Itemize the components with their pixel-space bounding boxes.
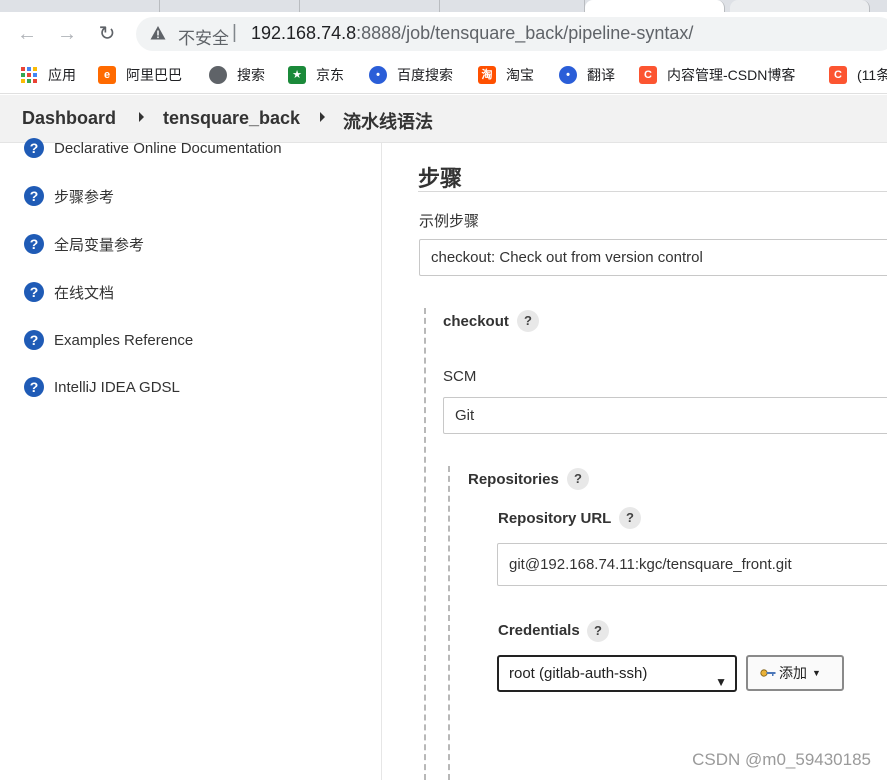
back-arrow-icon[interactable]: ←	[14, 21, 40, 47]
sidebar-item-label: IntelliJ IDEA GDSL	[54, 378, 180, 396]
bookmark-apps[interactable]: 应用	[20, 64, 76, 86]
help-question-icon[interactable]: ?	[567, 468, 589, 490]
sidebar-item-label: 全局变量参考	[54, 236, 145, 254]
warning-triangle-icon[interactable]	[150, 25, 166, 41]
sidebar-item-label: Declarative Online Documentation	[54, 139, 282, 157]
browser-tab[interactable]	[160, 0, 300, 12]
help-question-icon[interactable]: ?	[587, 620, 609, 642]
help-circle-icon: ?	[24, 186, 44, 206]
credentials-value: root (gitlab-auth-ssh)	[509, 665, 648, 682]
breadcrumb-job[interactable]: tensquare_back	[163, 108, 300, 129]
bookmark-taobao[interactable]: 淘 淘宝	[478, 64, 534, 86]
bookmark-translate[interactable]: • 翻译	[559, 64, 615, 86]
baidu-paw-icon: •	[369, 66, 387, 84]
bookmark-label: 百度搜索	[397, 67, 453, 83]
section-title: 步骤	[418, 166, 463, 191]
scm-label: SCM	[443, 368, 477, 385]
add-button-label: 添加	[779, 665, 807, 681]
sample-step-label: 示例步骤	[419, 213, 480, 230]
help-question-icon[interactable]: ?	[619, 507, 641, 529]
sidebar-item-label: 步骤参考	[54, 188, 115, 206]
sidebar-item-step-reference[interactable]: ? 步骤参考	[24, 185, 114, 207]
browser-tab[interactable]	[440, 0, 585, 12]
bookmark-label: 内容管理-CSDN博客	[667, 67, 796, 83]
insecure-label[interactable]: 不安全	[178, 24, 229, 49]
sidebar-item-online-docs[interactable]: ? 在线文档	[24, 281, 114, 303]
bookmark-label: 搜索	[237, 67, 265, 83]
breadcrumb-dashboard[interactable]: Dashboard	[22, 108, 116, 129]
browser-tab[interactable]	[0, 0, 160, 12]
apps-grid-icon	[21, 67, 37, 83]
baidu-paw-icon: •	[559, 66, 577, 84]
sidebar-item-declarative-docs[interactable]: ? Declarative Online Documentation	[24, 137, 282, 159]
globe-icon	[209, 66, 227, 84]
checkout-label: checkout	[443, 313, 509, 330]
breadcrumb: Dashboard tensquare_back 流水线语法	[0, 95, 887, 143]
section-divider	[418, 191, 887, 192]
bookmark-label: 阿里巴巴	[126, 67, 182, 83]
jd-icon: ★	[288, 66, 306, 84]
url-path: :8888/job/tensquare_back/pipeline-syntax…	[356, 23, 694, 43]
help-circle-icon: ?	[24, 377, 44, 397]
credentials-select[interactable]: root (gitlab-auth-ssh) ▼	[497, 655, 737, 692]
bookmarks-bar: 应用 e 阿里巴巴 搜索 ★ 京东 • 百度搜索 淘 淘宝 • 翻译 C 内容管…	[0, 56, 887, 94]
credentials-label: Credentials	[498, 622, 580, 639]
repositories-label: Repositories	[468, 471, 559, 488]
add-credentials-button[interactable]: 添加 ▼	[746, 655, 844, 691]
sidebar-item-label: Examples Reference	[54, 331, 194, 349]
url-text[interactable]: 192.168.74.8:8888/job/tensquare_back/pip…	[251, 23, 693, 44]
breadcrumb-pipeline-syntax[interactable]: 流水线语法	[343, 108, 433, 134]
scm-select[interactable]: Git	[443, 397, 887, 434]
checkout-block-border	[424, 308, 426, 780]
bookmark-label: (11条	[857, 67, 887, 83]
sidebar-item-intellij-gdsl[interactable]: ? IntelliJ IDEA GDSL	[24, 376, 180, 398]
breadcrumb-arrow-icon[interactable]	[320, 112, 325, 122]
help-circle-icon: ?	[24, 138, 44, 158]
help-circle-icon: ?	[24, 234, 44, 254]
bookmark-label: 京东	[316, 67, 344, 83]
taobao-icon: 淘	[478, 66, 496, 84]
sidebar-item-label: 在线文档	[54, 284, 115, 302]
forward-arrow-icon[interactable]: →	[54, 21, 80, 47]
key-icon	[760, 669, 776, 677]
browser-tab[interactable]	[730, 0, 870, 12]
chevron-down-icon: ▼	[715, 675, 727, 689]
help-question-icon[interactable]: ?	[517, 310, 539, 332]
caret-down-icon: ▼	[812, 668, 821, 678]
main-content: 步骤 示例步骤 checkout: Check out from version…	[383, 143, 887, 780]
bookmark-alibaba[interactable]: e 阿里巴巴	[98, 64, 182, 86]
repositories-block-border	[448, 466, 450, 780]
sidebar-item-examples-reference[interactable]: ? Examples Reference	[24, 329, 193, 351]
bookmark-label: 应用	[48, 67, 76, 83]
sidebar: ? Declarative Online Documentation ? 步骤参…	[0, 138, 382, 780]
bookmark-jd[interactable]: ★ 京东	[288, 64, 344, 86]
breadcrumb-arrow-icon[interactable]	[139, 112, 144, 122]
sample-step-select[interactable]: checkout: Check out from version control	[419, 239, 887, 276]
reload-icon[interactable]: ↻	[94, 21, 120, 47]
bookmark-label: 淘宝	[506, 67, 534, 83]
browser-tab[interactable]	[300, 0, 440, 12]
bookmark-csdn-2[interactable]: C (11条	[829, 64, 887, 86]
csdn-icon: C	[829, 66, 847, 84]
bookmark-label: 翻译	[587, 67, 615, 83]
bookmark-search[interactable]: 搜索	[209, 64, 265, 86]
repository-url-label: Repository URL	[498, 510, 612, 527]
address-bar[interactable]: 不安全 | 192.168.74.8:8888/job/tensquare_ba…	[136, 17, 887, 51]
help-circle-icon: ?	[24, 330, 44, 350]
url-host: 192.168.74.8	[251, 23, 357, 43]
csdn-icon: C	[639, 66, 657, 84]
address-separator: |	[232, 22, 237, 43]
browser-tab-active[interactable]	[585, 0, 725, 12]
sidebar-item-global-variables[interactable]: ? 全局变量参考	[24, 233, 144, 255]
watermark: CSDN @m0_59430185	[692, 750, 871, 769]
bookmark-csdn[interactable]: C 内容管理-CSDN博客	[639, 64, 795, 86]
help-circle-icon: ?	[24, 282, 44, 302]
browser-toolbar: ← → ↻ 不安全 | 192.168.74.8:8888/job/tensqu…	[0, 12, 887, 56]
alibaba-icon: e	[98, 66, 116, 84]
repository-url-input[interactable]: git@192.168.74.11:kgc/tensquare_front.gi…	[497, 543, 887, 586]
browser-tab-strip	[0, 0, 887, 12]
bookmark-baidu[interactable]: • 百度搜索	[369, 64, 453, 86]
